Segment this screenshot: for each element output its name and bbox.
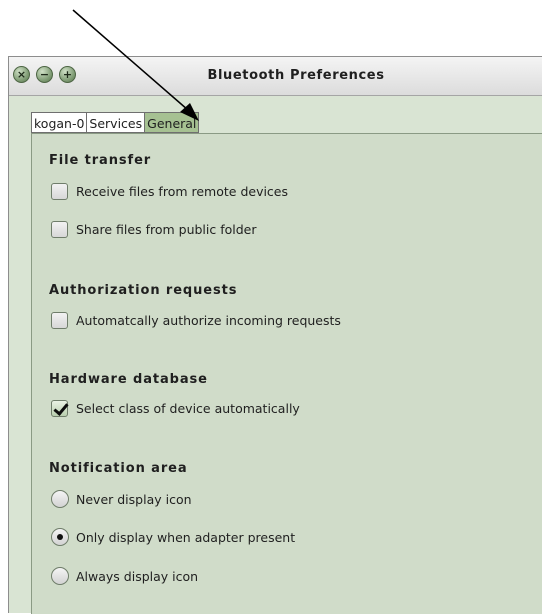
auto-authorize-checkbox[interactable]: [51, 312, 68, 329]
notification-area-heading: Notification area: [49, 461, 188, 476]
share-files-label: Share files from public folder: [76, 222, 257, 237]
tab-services[interactable]: Services: [86, 112, 146, 133]
adapter-present-label: Only display when adapter present: [76, 529, 296, 545]
device-class-checkbox-row[interactable]: Select class of device automatically: [51, 400, 300, 417]
tab-kogan-0[interactable]: kogan-0: [31, 112, 88, 133]
always-display-label: Always display icon: [76, 568, 199, 584]
window-content: kogan-0 Services General File transfer R…: [9, 96, 542, 614]
device-class-checkbox[interactable]: [51, 400, 68, 417]
share-files-checkbox-row[interactable]: Share files from public folder: [51, 221, 257, 238]
tab-bar: kogan-0 Services General: [31, 112, 200, 133]
always-display-radio[interactable]: [51, 567, 69, 585]
receive-files-label: Receive files from remote devices: [76, 184, 289, 199]
preferences-window: × − + Bluetooth Preferences kogan-0 Serv…: [8, 56, 542, 614]
auto-authorize-label: Automatcally authorize incoming requests: [76, 313, 341, 328]
adapter-present-radio[interactable]: [51, 528, 69, 546]
share-files-checkbox[interactable]: [51, 221, 68, 238]
never-display-radio-row[interactable]: Never display icon: [51, 490, 192, 508]
always-display-radio-row[interactable]: Always display icon: [51, 567, 198, 585]
adapter-present-radio-row[interactable]: Only display when adapter present: [51, 528, 295, 546]
title-bar: × − + Bluetooth Preferences: [9, 57, 542, 96]
receive-files-checkbox-row[interactable]: Receive files from remote devices: [51, 183, 288, 200]
tab-general[interactable]: General: [144, 112, 200, 133]
receive-files-checkbox[interactable]: [51, 183, 68, 200]
never-display-label: Never display icon: [76, 491, 192, 507]
hardware-database-heading: Hardware database: [49, 372, 208, 387]
authorization-heading: Authorization requests: [49, 283, 238, 298]
window-title: Bluetooth Preferences: [207, 68, 385, 83]
device-class-label: Select class of device automatically: [76, 401, 300, 416]
file-transfer-heading: File transfer: [49, 153, 152, 168]
general-tab-panel: File transfer Receive files from remote …: [31, 133, 542, 614]
never-display-radio[interactable]: [51, 490, 69, 508]
auto-authorize-checkbox-row[interactable]: Automatcally authorize incoming requests: [51, 312, 341, 329]
